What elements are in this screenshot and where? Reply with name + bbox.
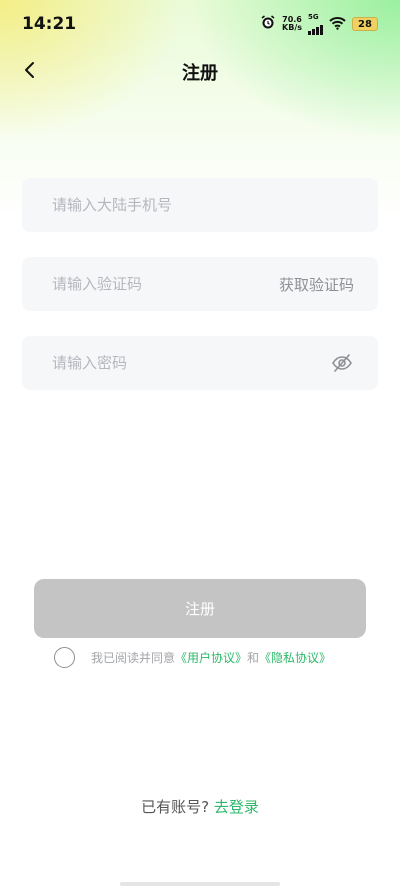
page-title: 注册 [182, 63, 218, 84]
verification-code-input[interactable] [52, 275, 279, 293]
login-row: 已有账号? 去登录 [0, 796, 400, 817]
home-indicator [120, 882, 280, 886]
status-time: 14:21 [22, 14, 77, 34]
nav-bar: 注册 [0, 48, 400, 96]
login-prompt: 已有账号? [141, 798, 210, 816]
eye-off-icon[interactable] [330, 351, 354, 375]
agreement-row: 我已阅读并同意《用户协议》和《隐私协议》 [54, 646, 374, 668]
agreement-text: 我已阅读并同意《用户协议》和《隐私协议》 [91, 649, 331, 666]
back-button[interactable] [16, 58, 44, 86]
agreement-checkbox[interactable] [54, 646, 75, 668]
register-button[interactable]: 注册 [34, 579, 366, 638]
user-agreement-link[interactable]: 《用户协议》 [175, 651, 247, 665]
battery-icon: 28 [352, 17, 378, 31]
network-type: 5G [308, 12, 319, 21]
get-code-button[interactable]: 获取验证码 [279, 274, 354, 295]
signal-icon: 5G [308, 12, 323, 35]
phone-field-container [22, 178, 378, 232]
go-login-link[interactable]: 去登录 [214, 798, 259, 816]
agreement-prefix: 我已阅读并同意 [91, 650, 176, 665]
password-field-container [22, 336, 378, 390]
status-bar: 14:21 70.6 KB/s 5G 28 [0, 0, 400, 48]
privacy-policy-link[interactable]: 《隐私协议》 [259, 651, 331, 665]
chevron-left-icon [23, 61, 37, 83]
code-field-container: 获取验证码 [22, 257, 378, 311]
phone-input[interactable] [52, 196, 354, 214]
status-icons: 70.6 KB/s 5G 28 [260, 12, 378, 35]
agreement-and: 和 [247, 650, 260, 665]
alarm-icon [260, 14, 276, 34]
net-speed-unit: KB/s [282, 23, 302, 32]
password-input[interactable] [52, 354, 330, 372]
net-speed: 70.6 KB/s [282, 16, 302, 32]
wifi-icon [329, 15, 346, 34]
